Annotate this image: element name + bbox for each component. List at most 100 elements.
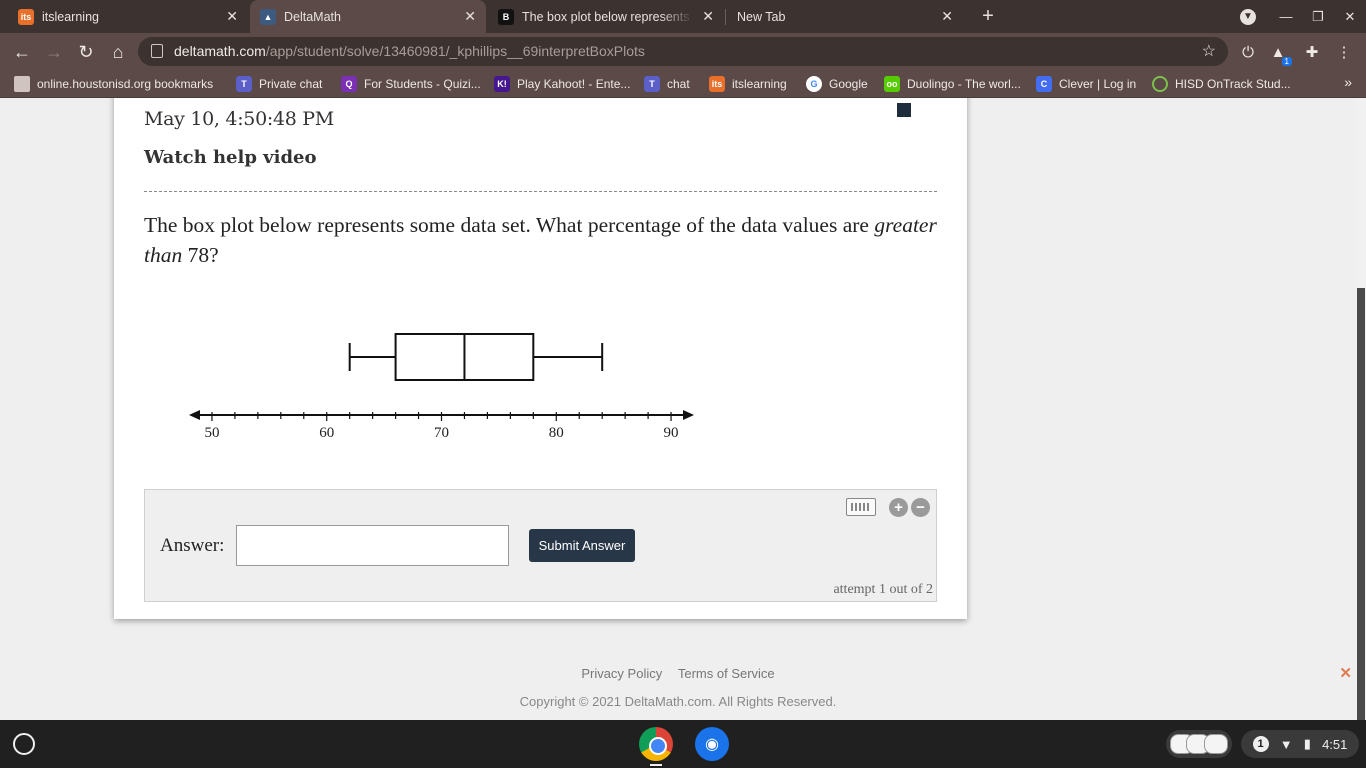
reload-button[interactable]: ↻ — [72, 38, 100, 66]
page-info-icon[interactable] — [151, 44, 163, 58]
home-button[interactable]: ⌂ — [104, 38, 132, 66]
answer-label: Answer: — [160, 535, 225, 556]
close-window-button[interactable]: ✕ — [1334, 0, 1366, 33]
clock: 4:51 — [1322, 736, 1348, 752]
duolingo-icon: oo — [884, 76, 900, 92]
bookmark-item[interactable]: T Private chat — [236, 75, 322, 93]
notification-count: 1 — [1252, 736, 1269, 752]
new-tab-button[interactable]: + — [977, 4, 999, 28]
answer-input[interactable] — [236, 525, 509, 566]
bookmark-label: chat — [667, 77, 690, 91]
scrollbar-thumb[interactable] — [1357, 288, 1365, 720]
chrome-app-icon[interactable] — [639, 727, 673, 761]
bookmark-folder[interactable]: online.houstonisd.org bookmarks — [14, 75, 213, 93]
box-plot-chart: 50 60 70 80 90 — [189, 333, 694, 441]
restore-icon: ❐ — [1312, 8, 1324, 24]
clever-icon: C — [1036, 76, 1052, 92]
bookmark-item[interactable]: T chat — [644, 75, 690, 93]
brainly-icon: B — [498, 8, 514, 25]
bookmark-item[interactable]: oo Duolingo - The worl... — [884, 75, 1021, 93]
tab-search-button[interactable]: ▼ — [1232, 0, 1264, 33]
tab-itslearning[interactable]: its itslearning ✕ — [8, 0, 248, 33]
reload-icon: ↻ — [78, 41, 94, 62]
bookmark-label: Clever | Log in — [1059, 77, 1137, 91]
tick-label: 70 — [434, 425, 449, 441]
copyright-text: Copyright © 2021 DeltaMath.com. All Righ… — [519, 694, 837, 709]
bookmark-star-icon[interactable]: ☆ — [1202, 41, 1216, 61]
address-bar[interactable]: deltamath.com/app/student/solve/13460981… — [138, 37, 1228, 66]
itslearning-icon: its — [18, 8, 34, 25]
graduation-cap-icon: ▲ — [260, 8, 276, 25]
bookmark-item[interactable]: G Google — [806, 75, 868, 93]
battery-icon: ▮ — [1303, 736, 1311, 751]
power-extension-icon[interactable]: ⏻ — [1238, 42, 1258, 62]
bookmark-label: itslearning — [732, 77, 787, 91]
attempt-counter: attempt 1 out of 2 — [833, 582, 933, 597]
tab-new-tab[interactable]: New Tab ✕ — [727, 0, 963, 33]
bookmark-item[interactable]: its itslearning — [709, 75, 787, 93]
tick-label: 60 — [319, 425, 334, 441]
menu-kebab-icon[interactable]: ⋮ — [1334, 42, 1354, 62]
browser-toolbar: ← → ↻ ⌂ deltamath.com/app/student/solve/… — [0, 33, 1366, 70]
close-icon[interactable]: ✕ — [941, 8, 953, 25]
tab-title: New Tab — [737, 9, 786, 24]
back-button[interactable]: ← — [8, 38, 36, 66]
bookmark-label: Private chat — [259, 77, 323, 91]
bookmarks-bar: online.houstonisd.org bookmarks T Privat… — [0, 70, 1366, 98]
close-icon[interactable]: ✕ — [702, 8, 714, 25]
close-icon[interactable]: ✕ — [464, 8, 476, 25]
tab-title: The box plot below represents so — [522, 9, 695, 24]
zoom-out-icon[interactable]: − — [911, 498, 930, 517]
extension-icon[interactable]: ▲ 1 — [1268, 42, 1292, 66]
url-text[interactable]: deltamath.com/app/student/solve/13460981… — [174, 43, 645, 59]
tab-deltamath[interactable]: ▲ DeltaMath ✕ — [250, 0, 486, 33]
teams-icon: T — [236, 76, 252, 92]
page-viewport: May 10, 4:50:48 PM Watch help video The … — [0, 98, 1356, 720]
question-part1: The box plot below represents some data … — [144, 213, 869, 237]
axis-right-arrow — [683, 410, 694, 420]
submit-answer-button[interactable]: Submit Answer — [529, 529, 635, 562]
axis-left-arrow — [189, 410, 200, 420]
kahoot-icon: K! — [494, 76, 510, 92]
window-previews[interactable] — [1166, 730, 1232, 758]
folder-icon — [14, 76, 30, 92]
itslearning-icon: its — [709, 76, 725, 92]
close-icon[interactable]: ✕ — [226, 8, 238, 25]
bookmark-label: Google — [829, 77, 868, 91]
url-path: /app/student/solve/13460981/_kphillips__… — [265, 43, 645, 59]
bookmark-item[interactable]: C Clever | Log in — [1036, 75, 1136, 93]
problem-card: May 10, 4:50:48 PM Watch help video The … — [114, 98, 967, 619]
privacy-policy-link[interactable]: Privacy Policy — [581, 666, 662, 681]
page-scrollbar[interactable] — [1356, 98, 1366, 720]
chevron-down-icon: ▼ — [1240, 8, 1256, 25]
footer-links: Privacy Policy Terms of Service — [0, 666, 1356, 681]
calculator-toggle-icon[interactable] — [897, 103, 911, 117]
keyboard-icon[interactable] — [846, 498, 876, 516]
bookmarks-overflow-icon[interactable]: » — [1344, 74, 1352, 90]
url-host: deltamath.com — [174, 43, 266, 59]
tab-brainly[interactable]: B The box plot below represents so ✕ — [488, 0, 724, 33]
bookmark-item[interactable]: Q For Students - Quizi... — [341, 75, 481, 93]
terms-of-service-link[interactable]: Terms of Service — [678, 666, 775, 681]
tick-label: 50 — [204, 425, 219, 441]
zoom-in-icon[interactable]: + — [889, 498, 908, 517]
tick-label: 80 — [549, 425, 564, 441]
question-part2: 78? — [187, 243, 219, 267]
status-tray[interactable]: 1 ▼ ▮ 4:51 — [1241, 730, 1359, 758]
back-arrow-icon: ← — [13, 41, 31, 62]
window-preview[interactable] — [1204, 734, 1228, 754]
watch-help-video-link[interactable]: Watch help video — [144, 147, 317, 168]
quizizz-icon: Q — [341, 76, 357, 92]
restore-button[interactable]: ❐ — [1302, 0, 1334, 33]
camera-app-icon[interactable]: ◉ — [695, 727, 729, 761]
bookmark-item[interactable]: HISD OnTrack Stud... — [1152, 75, 1291, 93]
bookmark-item[interactable]: K! Play Kahoot! - Ente... — [494, 75, 630, 93]
close-icon[interactable]: ✕ — [1339, 664, 1352, 682]
puzzle-icon[interactable]: ✚ — [1302, 42, 1322, 62]
forward-button[interactable]: → — [40, 38, 68, 66]
answer-panel: + − Answer: Submit Answer attempt 1 out … — [144, 489, 937, 602]
launcher-icon[interactable] — [13, 733, 35, 755]
close-icon: ✕ — [1344, 8, 1356, 24]
extension-badge: 1 — [1281, 57, 1292, 66]
minimize-button[interactable]: — — [1270, 0, 1302, 33]
